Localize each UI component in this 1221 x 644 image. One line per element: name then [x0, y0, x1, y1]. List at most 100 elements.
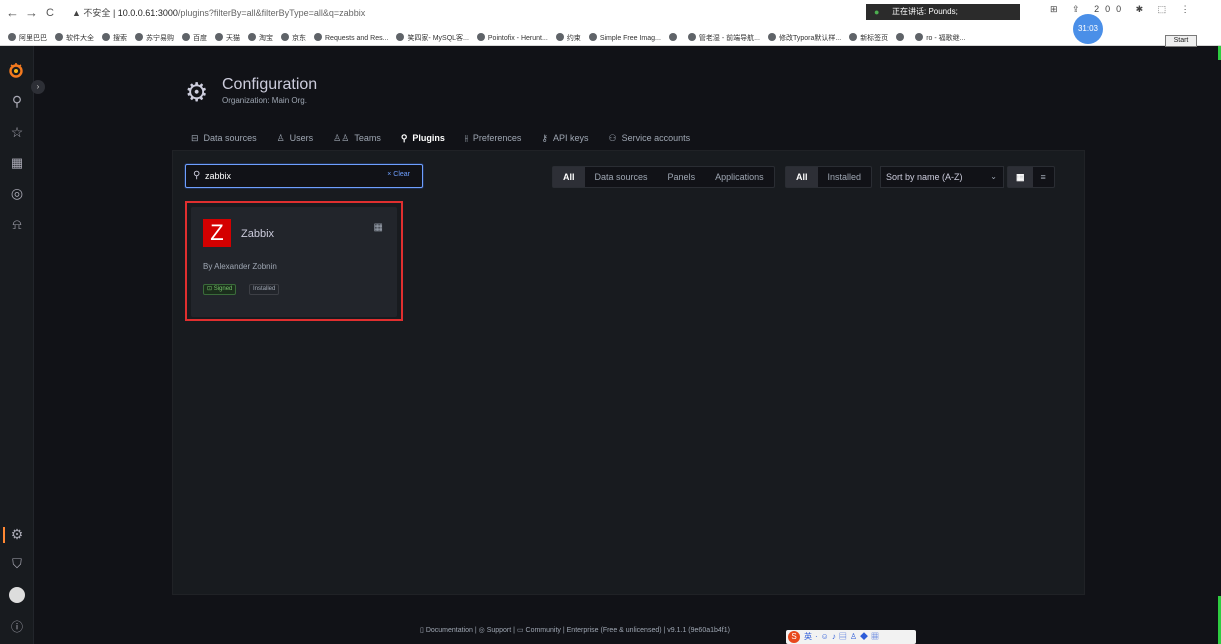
- filter-type-all[interactable]: All: [553, 167, 585, 187]
- bookmark-label: 笑四家- MySQL客...: [407, 35, 469, 42]
- tab-plugins[interactable]: ⚲ Plugins: [396, 132, 450, 152]
- bookmark-icon: [182, 33, 190, 41]
- explore-icon[interactable]: ◎: [0, 185, 34, 202]
- bookmark-label: 天猫: [226, 35, 240, 42]
- bookmark-icon: [896, 33, 905, 41]
- server-admin-icon[interactable]: ⛉: [0, 556, 34, 572]
- page-subtitle: Organization: Main Org.: [222, 96, 307, 105]
- reload-button[interactable]: C: [46, 4, 54, 22]
- speech-indicator: ● 正在讲话: Pounds;: [866, 4, 1020, 20]
- grafana-logo-icon[interactable]: [8, 62, 24, 78]
- bookmark-label: 京东: [292, 35, 306, 42]
- configuration-icon[interactable]: ⚙: [0, 526, 34, 543]
- url-host: 10.0.0.61:3000: [117, 8, 178, 18]
- filter-installed[interactable]: Installed: [818, 167, 872, 187]
- tab-service-accounts[interactable]: ⚇ Service accounts: [609, 132, 691, 152]
- bookmark-item[interactable]: [668, 31, 680, 46]
- filter-type-applications[interactable]: Applications: [705, 167, 774, 187]
- avatar[interactable]: [9, 587, 25, 603]
- community-link[interactable]: Community: [526, 627, 561, 634]
- plugin-author: By Alexander Zobnin: [203, 262, 277, 271]
- back-button[interactable]: ←: [6, 4, 19, 22]
- bookmark-item[interactable]: 百度: [182, 31, 207, 46]
- bookmark-icon: [849, 33, 858, 41]
- browser-extensions[interactable]: ⊞ ⇪ 200 ✱ ⬚ ⋮: [1050, 4, 1196, 15]
- bookmark-icon: [668, 33, 677, 41]
- speech-text: 正在讲话: Pounds;: [892, 7, 958, 16]
- tab-users[interactable]: ♙ Users: [277, 132, 314, 152]
- plugin-card[interactable]: Z Zabbix ▦ By Alexander Zobnin ⊡ Signed …: [191, 207, 397, 317]
- forward-button[interactable]: →: [25, 4, 38, 22]
- bookmark-item[interactable]: 修改Typora默认样...: [767, 31, 841, 46]
- plugin-name: Zabbix: [241, 228, 275, 240]
- sidebar: › ⚲ ☆ ▦ ◎ ⍾ ⚙ ⛉ ⓘ: [0, 46, 45, 644]
- documentation-link[interactable]: Documentation: [426, 627, 473, 634]
- bookmark-icon: [476, 33, 485, 41]
- grid-view-icon[interactable]: ▦: [1008, 167, 1033, 187]
- bookmark-icon: [55, 33, 63, 41]
- bookmark-item[interactable]: Simple Free Imag...: [588, 31, 661, 46]
- chevron-down-icon: ⌄: [990, 172, 997, 181]
- plugin-logo: Z: [203, 219, 231, 247]
- search-icon[interactable]: ⚲: [0, 93, 34, 110]
- bookmark-item[interactable]: Pointofix - Herunt...: [476, 31, 548, 46]
- tab-teams[interactable]: ♙♙ Teams: [333, 132, 381, 152]
- bookmark-icon: [281, 33, 289, 41]
- bookmark-label: 新标签页: [860, 35, 889, 42]
- bookmark-item[interactable]: 笑四家- MySQL客...: [396, 31, 469, 46]
- filter-type-panels[interactable]: Panels: [658, 167, 706, 187]
- address-bar[interactable]: ▲ 不安全 | 10.0.0.61:3000/plugins?filterBy=…: [72, 4, 365, 22]
- bookmark-item[interactable]: 阿里巴巴: [8, 31, 47, 46]
- dashboards-icon[interactable]: ▦: [0, 155, 34, 171]
- tab-preferences[interactable]: ⫲ Preferences: [465, 132, 521, 152]
- tab-label: Plugins: [412, 133, 445, 143]
- bookmark-item[interactable]: [896, 31, 907, 46]
- tab-data-sources[interactable]: ⊟ Data sources: [191, 132, 257, 152]
- bookmark-item[interactable]: 天猫: [215, 31, 240, 46]
- search-box[interactable]: ⚲ × Clear: [185, 164, 423, 188]
- comment-icon: ▭: [516, 627, 524, 634]
- bookmark-item[interactable]: 新标签页: [849, 31, 888, 46]
- ime-tools-icon: 英·☺♪▤♙◆▦: [804, 632, 883, 641]
- bookmark-icon: [102, 33, 110, 41]
- search-input[interactable]: [205, 169, 355, 183]
- bookmark-item[interactable]: 京东: [281, 31, 306, 46]
- star-icon[interactable]: ☆: [0, 124, 34, 141]
- filter-type-data-sources[interactable]: Data sources: [585, 167, 658, 187]
- users-icon: ♙♙: [333, 133, 350, 143]
- alerting-icon[interactable]: ⍾: [0, 216, 34, 233]
- app-type-icon: ▦: [373, 222, 383, 233]
- tab-api-keys[interactable]: ⚷ API keys: [541, 132, 588, 152]
- bookmark-item[interactable]: ro - 福歌继...: [915, 31, 965, 46]
- help-icon[interactable]: ⓘ: [0, 618, 34, 635]
- search-icon: ⚲: [193, 170, 201, 181]
- footer: ▯ Documentation | ◎ Support | ▭ Communit…: [420, 627, 730, 634]
- bookmark-item[interactable]: Requests and Res...: [314, 31, 388, 46]
- bookmark-item[interactable]: 淘宝: [248, 31, 273, 46]
- bookmark-item[interactable]: 约束: [555, 31, 581, 46]
- service-account-icon: ⚇: [608, 133, 617, 143]
- bookmark-label: 阿里巴巴: [19, 35, 47, 42]
- list-view-icon[interactable]: ≡: [1033, 167, 1054, 187]
- sort-select[interactable]: Sort by name (A-Z) ⌄: [880, 166, 1004, 188]
- bookmark-icon: [588, 33, 597, 41]
- bookmark-item[interactable]: 搜索: [102, 31, 127, 46]
- enterprise-link[interactable]: Enterprise (Free & unlicensed): [567, 627, 662, 634]
- bookmark-item[interactable]: 管老湿 - 前端导航...: [687, 31, 760, 46]
- bookmark-item[interactable]: 软件大全: [55, 31, 94, 46]
- plugins-panel: ⚲ × Clear All Data sources Panels Applic…: [172, 150, 1085, 595]
- installed-badge: Installed: [249, 284, 280, 295]
- signed-badge: ⊡ Signed: [203, 284, 237, 295]
- clear-button[interactable]: × Clear: [387, 171, 410, 178]
- bookmark-label: Requests and Res...: [325, 35, 389, 42]
- bookmark-label: Simple Free Imag...: [599, 35, 661, 42]
- bookmark-icon: [8, 33, 16, 41]
- browser-toolbar: ← → C ▲ 不安全 | 10.0.0.61:3000/plugins?fil…: [0, 4, 1221, 22]
- filter-install-all[interactable]: All: [786, 167, 818, 187]
- support-link[interactable]: Support: [487, 627, 512, 634]
- bookmark-label: 约束: [566, 35, 581, 42]
- bookmark-label: 搜索: [113, 35, 127, 42]
- ime-toolbar[interactable]: S 英·☺♪▤♙◆▦: [786, 630, 916, 644]
- bookmark-item[interactable]: 苏宁易购: [135, 31, 174, 46]
- security-warning[interactable]: ▲ 不安全: [72, 8, 110, 18]
